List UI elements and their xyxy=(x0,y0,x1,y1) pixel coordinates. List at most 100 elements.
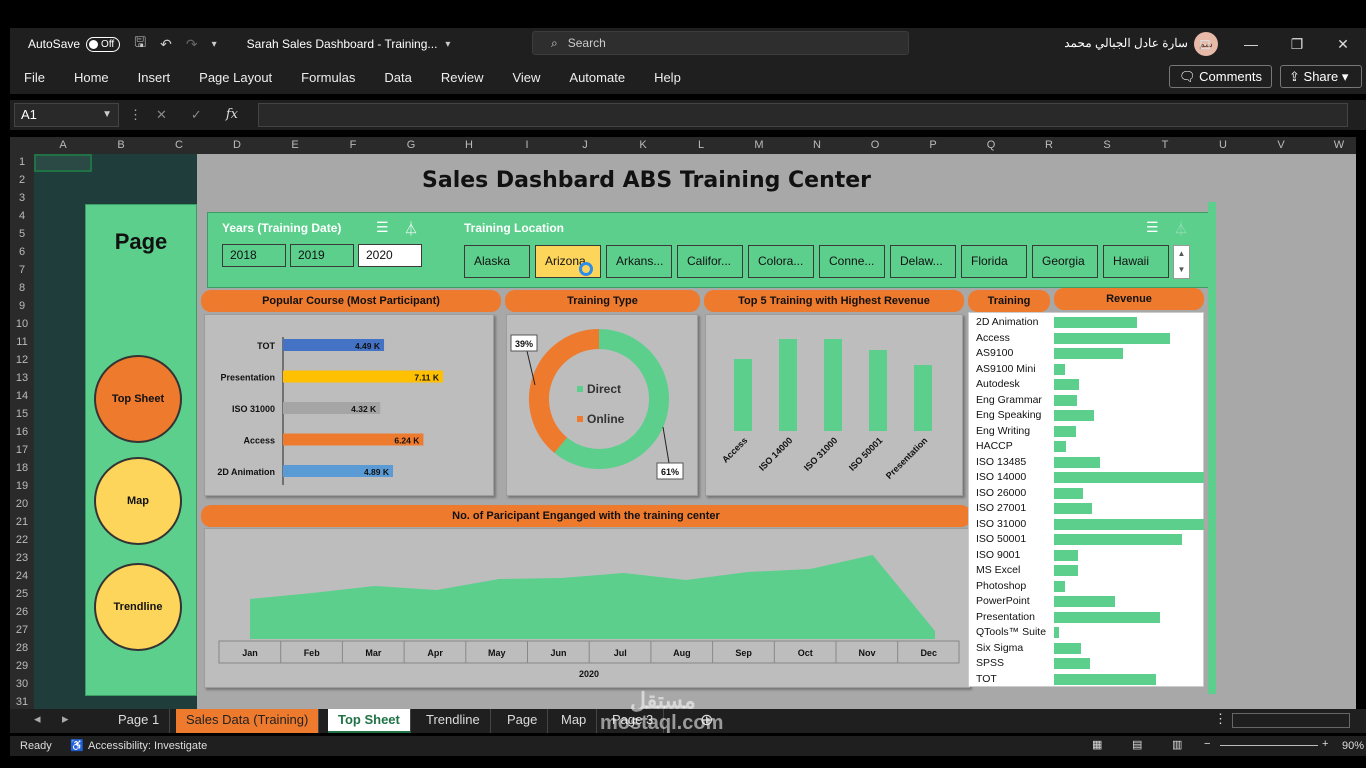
revenue-bar[interactable] xyxy=(1054,534,1182,545)
row-header[interactable]: 10 xyxy=(10,318,34,330)
column-header[interactable]: M xyxy=(730,139,788,151)
menu-file[interactable]: File xyxy=(24,70,45,85)
column-header[interactable]: K xyxy=(614,139,672,151)
row-header[interactable]: 25 xyxy=(10,588,34,600)
location-hawaii[interactable]: Hawaii xyxy=(1103,245,1169,278)
revenue-bar[interactable] xyxy=(1054,472,1204,483)
clear-filter-icon[interactable]: ⏃ xyxy=(404,219,418,239)
close-icon[interactable]: ✕ xyxy=(1320,28,1366,60)
menu-page-layout[interactable]: Page Layout xyxy=(199,70,272,85)
column-header[interactable]: P xyxy=(904,139,962,151)
sheet-area[interactable]: Page Top Sheet Map Trendline Sales Dashb… xyxy=(34,154,1356,709)
next-sheet-icon[interactable]: ▸ xyxy=(62,711,69,727)
training-type-chart[interactable]: Direct Online 61% 39% xyxy=(506,314,698,496)
column-header[interactable]: N xyxy=(788,139,846,151)
revenue-bar[interactable] xyxy=(1054,549,1078,561)
revenue-bar[interactable] xyxy=(1054,565,1078,576)
bar[interactable] xyxy=(869,350,887,431)
location-alaska[interactable]: Alaska xyxy=(464,245,530,278)
more-icon[interactable]: ⋮ xyxy=(1214,711,1227,727)
revenue-bar[interactable] xyxy=(1054,410,1094,421)
row-header[interactable]: 8 xyxy=(10,282,34,294)
revenue-bar[interactable] xyxy=(1054,317,1137,328)
column-header[interactable]: Q xyxy=(962,139,1020,151)
column-header[interactable]: D xyxy=(208,139,266,151)
name-box[interactable]: A1 ▼ xyxy=(14,103,119,127)
column-header[interactable]: H xyxy=(440,139,498,151)
row-header[interactable]: 18 xyxy=(10,462,34,474)
share-button[interactable]: ⇪ Share ▾ xyxy=(1280,65,1362,88)
formula-input[interactable] xyxy=(258,103,1348,127)
column-header[interactable]: W xyxy=(1310,139,1366,151)
chevron-down-icon[interactable]: ▾ xyxy=(445,39,450,50)
row-header[interactable]: 16 xyxy=(10,426,34,438)
revenue-bar[interactable] xyxy=(1054,348,1123,359)
column-header[interactable]: U xyxy=(1194,139,1252,151)
slicer-scrollbar[interactable]: ▲ ▼ xyxy=(1173,245,1190,279)
column-header[interactable]: A xyxy=(34,139,92,151)
comments-button[interactable]: 🗨 Comments xyxy=(1169,65,1272,88)
column-header[interactable]: E xyxy=(266,139,324,151)
revenue-bar[interactable] xyxy=(1054,503,1092,514)
row-header[interactable]: 28 xyxy=(10,642,34,654)
row-header[interactable]: 22 xyxy=(10,534,34,546)
page-break-view-icon[interactable]: ▥ xyxy=(1172,738,1182,751)
bar[interactable] xyxy=(824,339,842,431)
location-florida[interactable]: Florida xyxy=(961,245,1027,278)
map-button[interactable]: Map xyxy=(94,457,182,545)
menu-review[interactable]: Review xyxy=(441,70,484,85)
year-2020[interactable]: 2020 xyxy=(358,244,422,267)
menu-view[interactable]: View xyxy=(512,70,540,85)
row-header[interactable]: 19 xyxy=(10,480,34,492)
top5-chart[interactable]: Access ISO 14000 ISO 31000 ISO 50001 Present… xyxy=(705,314,963,496)
row-header[interactable]: 24 xyxy=(10,570,34,582)
tab-map[interactable]: Map xyxy=(551,709,598,733)
row-header[interactable]: 3 xyxy=(10,192,34,204)
location-califor[interactable]: Califor... xyxy=(677,245,743,278)
row-header[interactable]: 2 xyxy=(10,174,34,186)
column-header[interactable]: I xyxy=(498,139,556,151)
undo-icon[interactable]: ↶ xyxy=(160,36,172,53)
bar[interactable] xyxy=(734,359,752,431)
location-georgia[interactable]: Georgia xyxy=(1032,245,1098,278)
search-box[interactable]: ⌕ Search xyxy=(532,31,909,55)
revenue-bar[interactable] xyxy=(1054,394,1077,406)
row-header[interactable]: 9 xyxy=(10,300,34,312)
row-header[interactable]: 23 xyxy=(10,552,34,564)
enter-icon[interactable]: ✓ xyxy=(191,107,202,123)
menu-automate[interactable]: Automate xyxy=(569,70,625,85)
revenue-bar[interactable] xyxy=(1054,627,1059,638)
revenue-bar[interactable] xyxy=(1054,487,1083,499)
normal-view-icon[interactable]: ▦ xyxy=(1092,738,1102,751)
ribbon-display-icon[interactable]: ⊡ xyxy=(1182,28,1228,60)
bar[interactable] xyxy=(914,365,932,431)
column-header[interactable]: C xyxy=(150,139,208,151)
tab-top-sheet[interactable]: Top Sheet xyxy=(328,709,411,733)
row-header[interactable]: 7 xyxy=(10,264,34,276)
multi-select-icon[interactable]: ☰ xyxy=(1146,219,1159,236)
row-header[interactable]: 13 xyxy=(10,372,34,384)
revenue-bar[interactable] xyxy=(1054,425,1076,437)
top-sheet-button[interactable]: Top Sheet xyxy=(94,355,182,443)
row-header[interactable]: 14 xyxy=(10,390,34,402)
revenue-bar[interactable] xyxy=(1054,379,1079,390)
revenue-bar[interactable] xyxy=(1054,611,1160,623)
row-header[interactable]: 30 xyxy=(10,678,34,690)
tab-trendline[interactable]: Trendline xyxy=(416,709,491,733)
area-series[interactable] xyxy=(250,555,935,639)
revenue-bar[interactable] xyxy=(1054,441,1066,452)
revenue-bar[interactable] xyxy=(1054,596,1115,607)
autosave-toggle[interactable]: Off xyxy=(86,36,121,52)
revenue-bar[interactable] xyxy=(1054,580,1065,592)
row-header[interactable]: 17 xyxy=(10,444,34,456)
revenue-bar[interactable] xyxy=(1054,332,1170,344)
year-2018[interactable]: 2018 xyxy=(222,244,286,267)
restore-icon[interactable]: ❐ xyxy=(1274,28,1320,60)
row-header[interactable]: 29 xyxy=(10,660,34,672)
row-header[interactable]: 6 xyxy=(10,246,34,258)
column-header[interactable]: R xyxy=(1020,139,1078,151)
document-title[interactable]: Sarah Sales Dashboard - Training... xyxy=(247,37,438,51)
insert-function-icon[interactable]: fx xyxy=(226,107,238,123)
donut-slice[interactable] xyxy=(554,329,669,469)
prev-sheet-icon[interactable]: ◂ xyxy=(34,711,41,727)
